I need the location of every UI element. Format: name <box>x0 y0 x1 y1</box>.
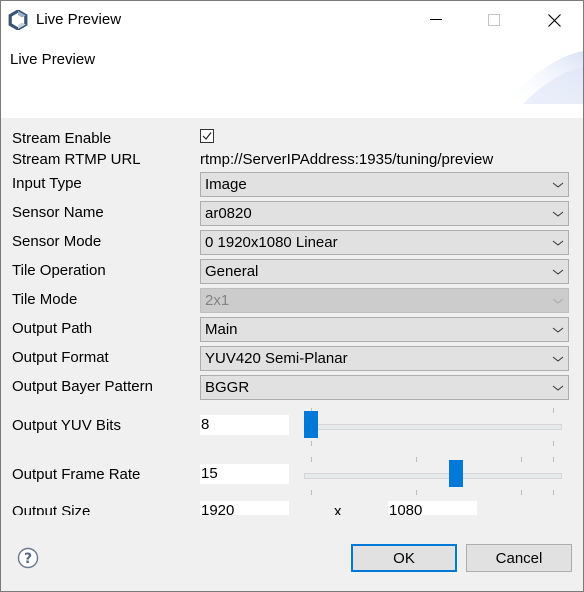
output-bayer-pattern-select[interactable]: BGGR <box>200 375 569 400</box>
slider-thumb[interactable] <box>449 460 464 487</box>
output-yuv-bits-input[interactable]: 8 <box>200 415 289 435</box>
sensor-mode-value: 0 1920x1080 Linear <box>205 234 338 251</box>
output-frame-rate-input[interactable]: 15 <box>200 464 289 484</box>
output-size-height-value: 1080 <box>389 502 423 515</box>
input-type-value: Image <box>205 176 247 193</box>
stream-rtmp-url-value: rtmp://ServerIPAddress:1935/tuning/previ… <box>200 151 494 168</box>
slider-track <box>304 424 562 430</box>
output-size-separator: x <box>334 503 342 515</box>
output-yuv-bits-value: 8 <box>201 416 210 433</box>
output-size-width-value: 1920 <box>201 502 235 515</box>
sensor-mode-select[interactable]: 0 1920x1080 Linear <box>200 230 569 255</box>
chevron-down-icon <box>552 298 564 304</box>
svg-text:?: ? <box>24 551 32 567</box>
tile-mode-select: 2x1 <box>200 288 569 313</box>
sensor-name-select[interactable]: ar0820 <box>200 201 569 226</box>
output-yuv-bits-label: Output YUV Bits <box>12 417 121 434</box>
chevron-down-icon <box>552 240 564 246</box>
output-bayer-pattern-label: Output Bayer Pattern <box>12 378 153 395</box>
slider-tick <box>553 490 554 495</box>
slider-tick <box>521 490 522 495</box>
maximize-icon <box>488 14 500 26</box>
stream-enable-label: Stream Enable <box>12 130 112 147</box>
sensor-name-label: Sensor Name <box>12 204 104 221</box>
dialog-window: Live Preview Live Preview Stream Enable <box>0 0 584 592</box>
input-type-label: Input Type <box>12 175 82 192</box>
checkmark-icon <box>202 132 212 140</box>
output-format-label: Output Format <box>12 349 109 366</box>
slider-track <box>304 473 562 479</box>
slider-tick <box>553 408 554 413</box>
output-size-row: Output Size 1920 x 1080 <box>1 499 583 515</box>
window-title: Live Preview <box>36 11 122 28</box>
minimize-button[interactable] <box>413 1 459 39</box>
output-size-width-input[interactable]: 1920 <box>200 501 289 515</box>
sensor-mode-label: Sensor Mode <box>12 233 102 250</box>
ok-button[interactable]: OK <box>351 544 457 572</box>
output-path-label: Output Path <box>12 320 93 337</box>
stream-enable-checkbox[interactable] <box>200 129 214 143</box>
output-yuv-bits-slider[interactable] <box>304 406 562 446</box>
tile-mode-label: Tile Mode <box>12 291 78 308</box>
tile-operation-label: Tile Operation <box>12 262 106 279</box>
header-decoration-graphic <box>503 51 583 104</box>
output-frame-rate-slider[interactable] <box>304 455 562 495</box>
output-bayer-pattern-value: BGGR <box>205 379 250 396</box>
close-icon <box>547 13 561 27</box>
cancel-button[interactable]: Cancel <box>466 544 572 572</box>
output-path-select[interactable]: Main <box>200 317 569 342</box>
output-frame-rate-value: 15 <box>201 465 218 482</box>
slider-tick <box>416 457 417 462</box>
slider-tick <box>311 441 312 446</box>
tile-operation-select[interactable]: General <box>200 259 569 284</box>
sensor-name-value: ar0820 <box>205 205 252 222</box>
chevron-down-icon <box>552 356 564 362</box>
chevron-down-icon <box>552 385 564 391</box>
chevron-down-icon <box>552 211 564 217</box>
close-button[interactable] <box>531 1 577 39</box>
dialog-header: Live Preview <box>1 39 583 118</box>
title-bar: Live Preview <box>1 1 583 39</box>
slider-tick <box>521 457 522 462</box>
header-title: Live Preview <box>10 51 96 68</box>
slider-tick <box>553 457 554 462</box>
slider-tick <box>311 457 312 462</box>
output-path-value: Main <box>205 321 238 338</box>
minimize-icon <box>430 19 442 20</box>
slider-tick <box>416 490 417 495</box>
tile-operation-value: General <box>205 263 259 280</box>
app-logo-icon <box>8 10 28 30</box>
slider-thumb[interactable] <box>304 411 318 438</box>
help-icon[interactable]: ? <box>17 547 39 569</box>
chevron-down-icon <box>552 182 564 188</box>
slider-tick <box>311 490 312 495</box>
output-format-select[interactable]: YUV420 Semi-Planar <box>200 346 569 371</box>
output-frame-rate-label: Output Frame Rate <box>12 466 141 483</box>
slider-tick <box>553 441 554 446</box>
output-format-value: YUV420 Semi-Planar <box>205 350 348 367</box>
stream-rtmp-url-label: Stream RTMP URL <box>12 151 141 168</box>
output-size-label: Output Size <box>12 503 91 515</box>
input-type-select[interactable]: Image <box>200 172 569 197</box>
tile-mode-value: 2x1 <box>205 292 230 309</box>
output-size-height-input[interactable]: 1080 <box>388 501 477 515</box>
chevron-down-icon <box>552 327 564 333</box>
chevron-down-icon <box>552 269 564 275</box>
maximize-button[interactable] <box>471 1 517 39</box>
